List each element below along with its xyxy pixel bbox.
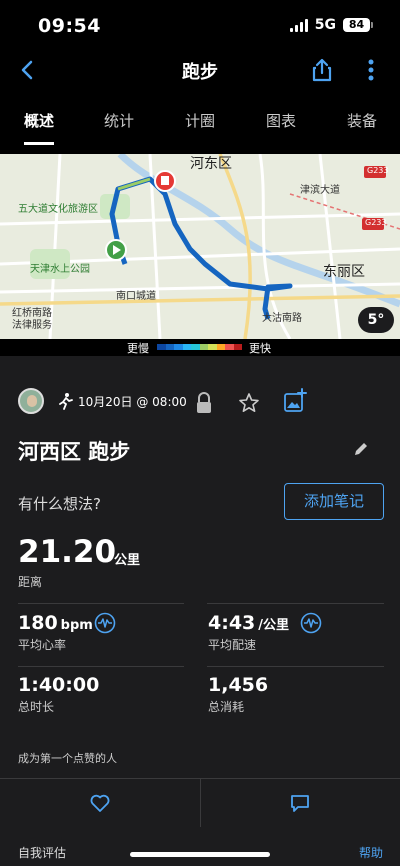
more-vertical-icon[interactable] [360, 56, 382, 84]
activity-date: 10月20日 @ 08:00 [78, 394, 187, 409]
finish-marker [154, 170, 176, 192]
status-icons: 5G 84 [289, 17, 373, 33]
pace-gradient-bar [157, 344, 242, 350]
map-label-dagu: 大沽南路 [262, 313, 302, 324]
pace-swatch [208, 344, 217, 350]
tab-laps[interactable]: 计圈 [170, 110, 230, 131]
home-indicator[interactable] [130, 852, 270, 857]
pace-slow-label: 更慢 [127, 342, 149, 355]
heart-rate-number: 180 [18, 612, 58, 634]
heart-rate-label: 平均心率 [18, 638, 67, 652]
pace-swatch [165, 344, 174, 350]
self-evaluation-label: 自我评估 [18, 846, 67, 860]
pace-swatch [174, 344, 183, 350]
lock-icon[interactable] [194, 392, 214, 414]
help-link[interactable]: 帮助 [359, 844, 383, 861]
action-bar [0, 778, 400, 827]
avatar[interactable] [18, 388, 44, 414]
route-map[interactable]: 河东区 东丽区 五大道文化旅游区 天津水上公园 红桥南路 法律服务 津滨大道 南… [0, 154, 400, 339]
map-label-jinbin: 津滨大道 [300, 185, 340, 196]
divider [207, 603, 384, 604]
pace-unit: /公里 [258, 618, 290, 633]
add-photo-icon[interactable] [283, 388, 307, 414]
share-icon[interactable] [308, 56, 336, 84]
distance-label: 距离 [18, 575, 43, 589]
map-label-wudadao: 五大道文化旅游区 [18, 204, 98, 215]
pace-chart-icon[interactable] [300, 612, 322, 634]
tab-gear[interactable]: 装备 [332, 110, 392, 131]
activity-details: 10月20日 @ 08:00 河西区 跑步 有什么想法? 添加笔记 21.20 … [0, 356, 400, 866]
pace-label: 平均配速 [208, 638, 257, 652]
pencil-icon[interactable] [352, 440, 370, 458]
kudos-prompt: 成为第一个点赞的人 [18, 752, 117, 765]
map-label-fayuan: 法律服务 [12, 320, 52, 331]
tab-charts[interactable]: 图表 [251, 110, 311, 131]
duration-label: 总时长 [18, 700, 55, 714]
pace-swatch [233, 344, 242, 350]
divider [207, 666, 384, 667]
pace-value: 4:43/公里 [208, 612, 289, 634]
map-label-dongli: 东丽区 [323, 264, 365, 280]
pace-swatch [216, 344, 225, 350]
heart-icon[interactable] [89, 792, 111, 814]
divider [18, 603, 184, 604]
pace-swatch [191, 344, 200, 350]
battery-icon: 84 [343, 18, 373, 32]
calories-value: 1,456 [208, 674, 269, 696]
pace-swatch [225, 344, 234, 350]
route-fast-segment [117, 177, 151, 191]
star-icon[interactable] [238, 392, 260, 414]
temperature-badge: 5° [358, 307, 394, 333]
distance-unit: 公里 [114, 553, 141, 568]
heart-rate-value: 180 bpm [18, 612, 93, 634]
start-marker [105, 239, 127, 261]
status-bar: 09:54 5G 84 [0, 0, 400, 54]
action-divider [200, 779, 201, 827]
add-note-button[interactable]: 添加笔记 [284, 483, 384, 520]
nav-bar: 跑步 [0, 54, 400, 90]
comment-icon[interactable] [289, 792, 311, 814]
activity-meta: 10月20日 @ 08:00 [18, 388, 187, 414]
pace-swatch [182, 344, 191, 350]
page-title: 跑步 [182, 62, 218, 83]
pace-legend: 更慢 更快 [0, 339, 400, 355]
map-canvas [0, 154, 400, 339]
distance-value: 21.20 [18, 534, 117, 570]
running-icon [59, 393, 73, 410]
map-label-nankou: 南口城道 [116, 291, 156, 302]
map-label-shuishang: 天津水上公园 [30, 264, 90, 275]
pace-fast-label: 更快 [249, 342, 271, 355]
divider [18, 666, 184, 667]
calories-label: 总消耗 [208, 700, 245, 714]
map-label-hedong: 河东区 [190, 156, 232, 172]
tab-stats[interactable]: 统计 [89, 110, 149, 131]
activity-title: 河西区 跑步 [18, 440, 131, 464]
pace-swatch [157, 344, 166, 350]
active-tab-indicator [24, 142, 54, 145]
tab-overview[interactable]: 概述 [9, 110, 69, 131]
status-time: 09:54 [38, 15, 101, 37]
network-type: 5G [314, 17, 336, 33]
pace-swatch [199, 344, 208, 350]
signal-icon [289, 18, 308, 32]
heart-rate-chart-icon[interactable] [94, 612, 116, 634]
pace-number: 4:43 [208, 612, 256, 634]
heart-rate-unit: bpm [60, 618, 93, 633]
map-label-g233-2: G233 [365, 218, 387, 227]
map-label-g233: G233 [367, 166, 389, 175]
duration-value: 1:40:00 [18, 674, 100, 696]
roads [0, 154, 400, 339]
tab-bar: 概述 统计 计圈 图表 装备 [0, 100, 400, 148]
thought-prompt: 有什么想法? [18, 495, 101, 513]
